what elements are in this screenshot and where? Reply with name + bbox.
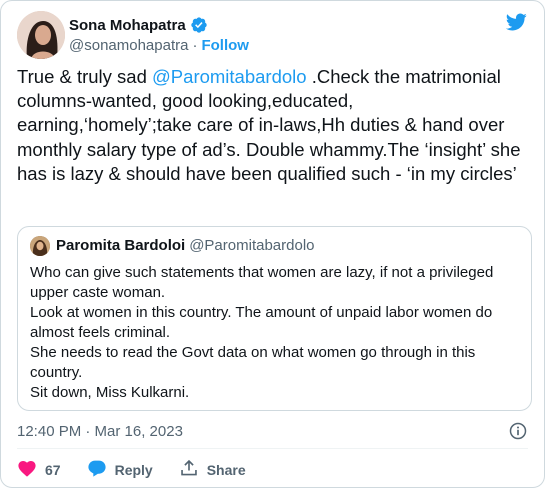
- author-block: Sona Mohapatra @sonamohapatra · Follow: [69, 15, 249, 55]
- tweet-text: True & truly sad @Paromitabardolo .Check…: [17, 65, 532, 186]
- quoted-line: Look at women in this country. The amoun…: [30, 304, 493, 341]
- share-label: Share: [206, 461, 246, 478]
- tweet-text-before: True & truly sad: [17, 66, 153, 87]
- follow-button[interactable]: Follow: [201, 37, 249, 54]
- author-name[interactable]: Sona Mohapatra: [69, 17, 186, 34]
- twitter-bird-icon[interactable]: [504, 11, 528, 33]
- reply-button[interactable]: Reply: [87, 459, 153, 480]
- tweet-timestamp[interactable]: 12:40 PM · Mar 16, 2023: [17, 423, 183, 440]
- info-icon[interactable]: [508, 421, 528, 441]
- like-count: 67: [45, 461, 61, 478]
- quoted-text: Who can give such statements that women …: [30, 263, 518, 403]
- action-bar: 67 Reply Share: [17, 459, 272, 480]
- quoted-line: She needs to read the Govt data on what …: [30, 344, 476, 381]
- like-button[interactable]: 67: [17, 459, 61, 480]
- quoted-header: Paromita Bardoloi @Paromitabardolo: [56, 237, 315, 255]
- reply-label: Reply: [114, 461, 153, 478]
- quoted-author-handle: @Paromitabardolo: [189, 237, 315, 254]
- quoted-line: Sit down, Miss Kulkarni.: [30, 384, 190, 401]
- quoted-author-name: Paromita Bardoloi: [56, 237, 186, 254]
- share-button[interactable]: Share: [179, 459, 246, 480]
- author-handle[interactable]: @sonamohapatra: [69, 37, 188, 54]
- share-icon: [179, 459, 207, 480]
- quoted-avatar: [30, 236, 50, 256]
- tweet-card: Sona Mohapatra @sonamohapatra · Follow T…: [0, 0, 545, 488]
- tweet-header: Sona Mohapatra @sonamohapatra · Follow: [17, 9, 528, 59]
- heart-icon: [17, 459, 45, 480]
- avatar[interactable]: [17, 11, 65, 59]
- quoted-line: Who can give such statements that women …: [30, 264, 494, 301]
- divider: [17, 448, 528, 449]
- verified-icon: [190, 16, 208, 34]
- mention-link[interactable]: @Paromitabardolo: [152, 66, 307, 87]
- quoted-tweet[interactable]: Paromita Bardoloi @Paromitabardolo Who ca…: [17, 226, 532, 411]
- reply-icon: [87, 459, 115, 480]
- separator-dot: ·: [192, 36, 198, 54]
